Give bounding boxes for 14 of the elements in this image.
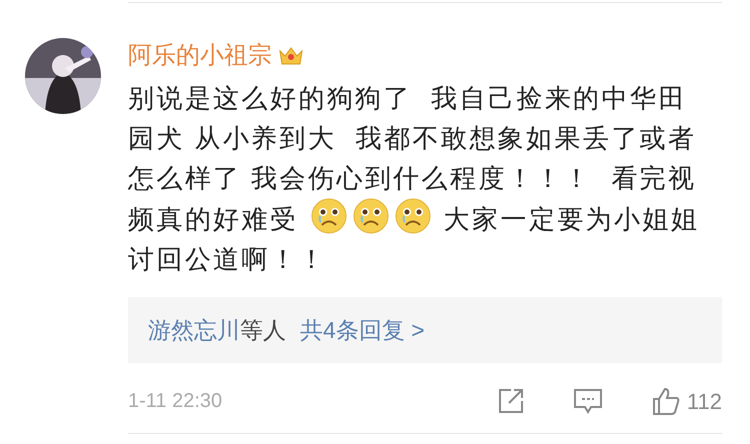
reply-suffix: 等人 (240, 316, 286, 345)
reply-user-link[interactable]: 游然忘川 (148, 312, 240, 348)
comment-icon[interactable] (572, 387, 603, 415)
crying-face-icon (353, 198, 390, 234)
thumbs-up-icon (650, 386, 681, 416)
share-icon[interactable] (496, 387, 525, 415)
username[interactable]: 阿乐的小祖宗 (128, 38, 272, 74)
comment-text: 别说是这么好的狗狗了 我自己捡来的中华田园犬 从小养到大 我都不敢想象如果丢了或者怎么样了 我会伤心到什么程度！！！ 看完视频真的好难受 大家一定要为小姐姐讨回公道啊！！ (128, 82, 700, 276)
crown-icon (278, 45, 304, 67)
crying-face-icon (395, 198, 432, 234)
timestamp: 1-11 22:30 (128, 389, 222, 414)
crying-face-icon (311, 198, 348, 234)
replies-link[interactable]: 共4条回复 > (300, 312, 425, 348)
like-button[interactable]: 112 (650, 384, 722, 418)
